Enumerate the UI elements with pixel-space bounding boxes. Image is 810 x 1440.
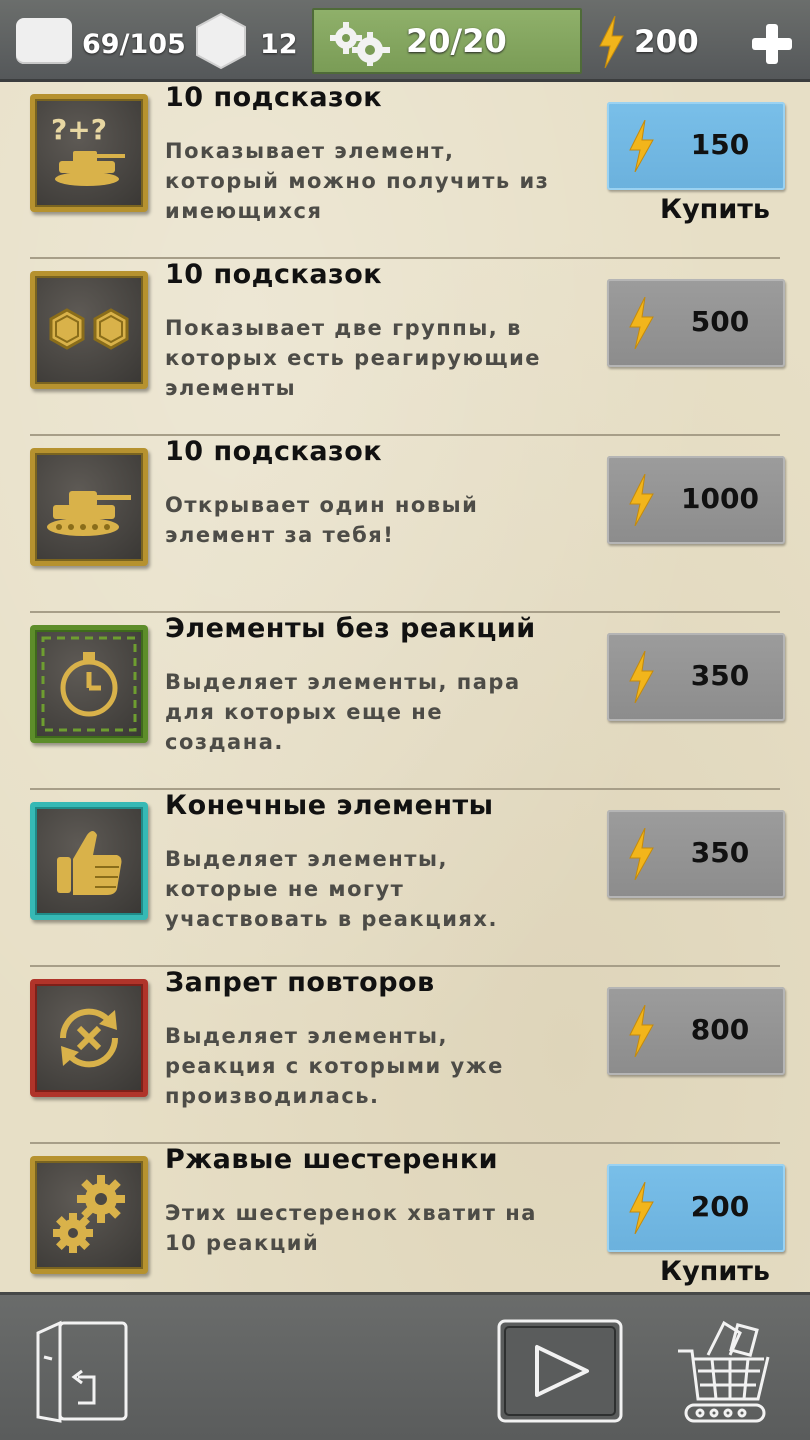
item-description: Выделяет элементы, пара для которых еще … xyxy=(165,670,521,754)
item-title: Элементы без реакций xyxy=(165,613,536,644)
hex-counter: 12 xyxy=(194,12,298,70)
energy-counter: 200 xyxy=(596,16,699,68)
buy-no-repeat-button[interactable]: 800 xyxy=(607,987,785,1075)
gears-count: 20/20 xyxy=(406,22,507,60)
gears-icon xyxy=(53,1175,125,1253)
add-energy-button[interactable] xyxy=(752,24,792,64)
shop-item-no-reactions: Элементы без реакций Выделяет элементы, … xyxy=(0,613,810,790)
energy-amount: 200 xyxy=(634,24,699,60)
item-icon-frame xyxy=(30,271,148,389)
stopwatch-icon xyxy=(41,636,137,732)
item-icon-frame xyxy=(30,448,148,566)
top-status-bar: 69/105 12 20/20 200 xyxy=(0,0,810,82)
item-icon-frame xyxy=(30,1156,148,1274)
item-description: Показывает две группы, в которых есть ре… xyxy=(165,316,542,400)
shop-item-rusty-gears: Ржавые шестеренки Этих шестеренок хватит… xyxy=(0,1144,810,1292)
buy-hint-groups-button[interactable]: 500 xyxy=(607,279,785,367)
lightning-icon xyxy=(629,1182,654,1234)
lightning-icon xyxy=(629,1005,654,1057)
item-title: 10 подсказок xyxy=(165,259,383,290)
buy-open-element-button[interactable]: 1000 xyxy=(607,456,785,544)
item-price: 350 xyxy=(690,659,750,692)
buy-label[interactable]: Купить xyxy=(640,1256,790,1287)
item-description: Этих шестеренок хватит на 10 реакций xyxy=(165,1201,537,1255)
exit-door-icon xyxy=(36,1320,128,1423)
elements-counter: 69/105 xyxy=(16,18,186,64)
gears-counter[interactable]: 20/20 xyxy=(312,8,582,74)
shop-button[interactable] xyxy=(672,1315,776,1431)
item-price: 500 xyxy=(690,305,750,338)
elements-count: 69/105 xyxy=(82,28,186,60)
shop-item-hint-groups: 10 подсказок Показывает две группы, в ко… xyxy=(0,259,810,436)
item-title: Запрет повторов xyxy=(165,967,435,998)
shop-item-no-repeat: Запрет повторов Выделяет элементы, реакц… xyxy=(0,967,810,1144)
item-title: 10 подсказок xyxy=(165,436,383,467)
buy-final-elements-button[interactable]: 350 xyxy=(607,810,785,898)
shop-item-final-elements: Конечные элементы Выделяет элементы, кот… xyxy=(0,790,810,967)
lightning-icon xyxy=(629,828,654,880)
shop-item-hint-element: ?+? 10 подсказок Показывает элемент, кот… xyxy=(0,82,810,259)
element-square-icon xyxy=(16,18,72,64)
svg-text:?+?: ?+? xyxy=(51,113,107,146)
item-icon-frame xyxy=(30,802,148,920)
item-icon-frame xyxy=(30,625,148,743)
bottom-nav-bar xyxy=(0,1292,810,1440)
item-price: 800 xyxy=(690,1013,750,1046)
tank-icon xyxy=(47,491,131,536)
lightning-icon xyxy=(629,297,654,349)
lightning-icon xyxy=(629,474,654,526)
hexagon-icon xyxy=(196,12,246,70)
item-icon-frame: ?+? xyxy=(30,94,148,212)
no-repeat-icon xyxy=(59,1008,119,1068)
lightning-icon xyxy=(629,120,654,172)
gears-icon xyxy=(330,22,390,66)
buy-no-reactions-button[interactable]: 350 xyxy=(607,633,785,721)
item-description: Показывает элемент, который можно получи… xyxy=(165,139,550,223)
item-title: 10 подсказок xyxy=(165,82,383,113)
item-description: Выделяет элементы, реакция с которыми уж… xyxy=(165,1024,504,1108)
buy-hint-element-button[interactable]: 150 xyxy=(607,102,785,190)
buy-label[interactable]: Купить xyxy=(640,194,790,225)
item-price: 1000 xyxy=(681,482,759,515)
item-price: 200 xyxy=(690,1190,750,1223)
shop-cart-icon xyxy=(678,1320,770,1423)
item-icon-frame xyxy=(30,979,148,1097)
shop-item-open-element: 10 подсказок Открывает один новый элемен… xyxy=(0,436,810,613)
item-description: Открывает один новый элемент за тебя! xyxy=(165,493,479,547)
item-price: 150 xyxy=(690,128,750,161)
shop-list[interactable]: ?+? 10 подсказок Показывает элемент, кот… xyxy=(0,82,810,1292)
lightning-icon xyxy=(629,651,654,703)
lightning-icon xyxy=(599,16,624,68)
exit-button[interactable] xyxy=(30,1317,134,1431)
question-tank-icon: ?+? xyxy=(51,113,125,186)
item-description: Выделяет элементы, которые не могут учас… xyxy=(165,847,498,931)
play-icon xyxy=(497,1319,623,1423)
item-title: Конечные элементы xyxy=(165,790,494,821)
two-hexagons-icon xyxy=(49,308,129,350)
buy-rusty-gears-button[interactable]: 200 xyxy=(607,1164,785,1252)
item-title: Ржавые шестеренки xyxy=(165,1144,499,1175)
thumbs-up-icon xyxy=(57,831,122,895)
item-price: 350 xyxy=(690,836,750,869)
play-button[interactable] xyxy=(495,1317,625,1429)
hex-count: 12 xyxy=(260,28,298,60)
